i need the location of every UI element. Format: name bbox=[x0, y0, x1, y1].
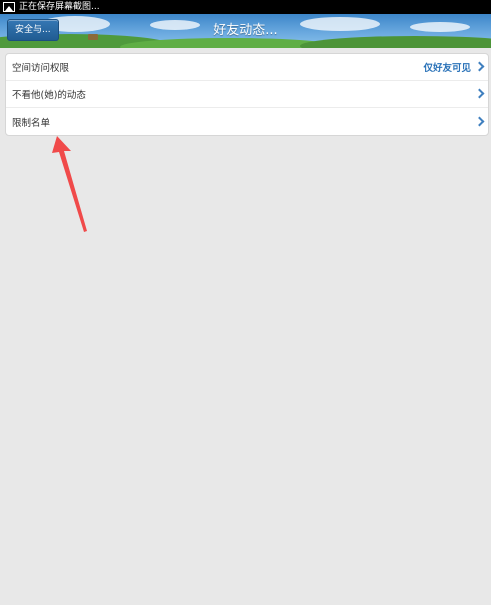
page-title: 好友动态... bbox=[213, 23, 278, 38]
menu-item-hide-their-feed[interactable]: 不看他(她)的动态 bbox=[6, 81, 488, 108]
menu-item-label: 限制名单 bbox=[12, 117, 51, 129]
menu-item-value: 仅好友可见 bbox=[423, 63, 471, 74]
status-notification-text: 正在保存屏幕截图... bbox=[19, 2, 100, 12]
menu-item-restricted-list[interactable]: 限制名单 bbox=[6, 108, 488, 135]
menu-item-space-access[interactable]: 空间访问权限 仅好友可见 bbox=[6, 54, 488, 81]
chevron-right-icon bbox=[474, 88, 485, 99]
menu-item-label: 不看他(她)的动态 bbox=[12, 90, 86, 101]
chevron-right-icon bbox=[474, 116, 485, 126]
annotation-arrow-shape bbox=[52, 136, 87, 232]
settings-menu: 空间访问权限 仅好友可见 不看他(她)的动态 限制名单 bbox=[5, 53, 489, 136]
menu-item-label: 空间访问权限 bbox=[12, 63, 70, 74]
status-bar: 正在保存屏幕截图... bbox=[0, 0, 491, 14]
chevron-right-icon bbox=[474, 61, 485, 72]
image-icon bbox=[3, 2, 15, 12]
header-bar: 安全与... 好友动态... bbox=[0, 14, 491, 48]
